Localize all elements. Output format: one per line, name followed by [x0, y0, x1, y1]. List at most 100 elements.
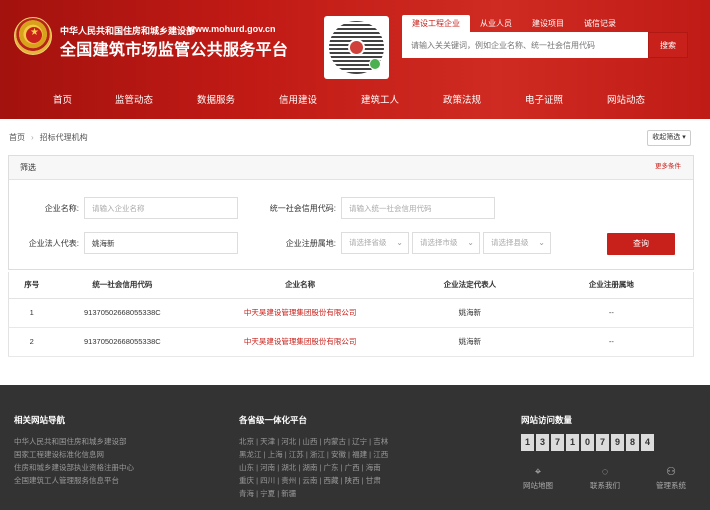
map-pin-icon: ⌖: [534, 466, 542, 478]
search-tabs: 建设工程企业 从业人员 建设项目 诚信记录: [402, 15, 626, 32]
counter-digit: 4: [641, 434, 654, 451]
county-select[interactable]: 请选择县级 ⌄: [483, 232, 551, 254]
admin-system-label: 管理系统: [656, 481, 686, 490]
nav-policies[interactable]: 政策法规: [443, 90, 481, 112]
province-placeholder: 请选择省级: [349, 238, 387, 247]
tab-construction-companies[interactable]: 建设工程企业: [402, 15, 470, 32]
platform-title[interactable]: 全国建筑市场监管公共服务平台: [60, 36, 288, 60]
chevron-down-icon: ⌄: [467, 238, 474, 247]
footer-link-workers[interactable]: 全国建筑工人管理服务信息平台: [14, 475, 119, 486]
tab-projects[interactable]: 建设项目: [522, 15, 574, 32]
col-header-no: 序号: [8, 272, 55, 299]
filter-title: 筛选: [20, 163, 36, 172]
provincial-platforms-title: 各省级一体化平台: [239, 415, 308, 425]
counter-digit: 7: [596, 434, 609, 451]
tab-credit-records[interactable]: 诚信记录: [574, 15, 626, 32]
footer-link-standards[interactable]: 国家工程建设标准化信息网: [14, 449, 104, 460]
cell-region: --: [529, 298, 694, 328]
province-select[interactable]: 请选择省级 ⌄: [341, 232, 409, 254]
search-button[interactable]: 搜索: [648, 32, 688, 58]
nav-e-certificates[interactable]: 电子证照: [525, 90, 563, 112]
cell-no: 2: [8, 327, 55, 357]
credit-code-input[interactable]: [341, 197, 495, 219]
qr-code: [324, 16, 389, 79]
more-conditions-link[interactable]: 更多条件: [655, 156, 681, 178]
main-nav: 首页 监管动态 数据服务 信用建设 建筑工人 政策法规 电子证照 网站动态: [20, 90, 700, 112]
results-table: 序号 统一社会信用代码 企业名称 企业法定代表人 企业注册属地 1 913705…: [8, 272, 694, 357]
nav-credit[interactable]: 信用建设: [279, 90, 317, 112]
counter-digit: 9: [611, 434, 624, 451]
city-select[interactable]: 请选择市级 ⌄: [412, 232, 480, 254]
query-button[interactable]: 查询: [607, 233, 675, 255]
counter-digit: 0: [581, 434, 594, 451]
cell-legal-rep: 姚海新: [409, 298, 530, 328]
cell-credit-code: 913705026680553З8С: [54, 298, 191, 328]
col-header-region: 企业注册属地: [529, 272, 694, 299]
region-label: 企业注册属地:: [285, 239, 336, 248]
counter-digit: 1: [566, 434, 579, 451]
table-header-row: 序号 统一社会信用代码 企业名称 企业法定代表人 企业注册属地: [8, 272, 694, 299]
province-links[interactable]: 山东 | 河南 | 湖北 | 湖南 | 广东 | 广西 | 海南: [239, 462, 381, 473]
footer-link-registration[interactable]: 住房和城乡建设部执业资格注册中心: [14, 462, 134, 473]
province-links[interactable]: 北京 | 天津 | 河北 | 山西 | 内蒙古 | 辽宁 | 吉林: [239, 436, 388, 447]
main-content: 首页 › 招标代理机构 收起筛选 ▾ 筛选 更多条件 企业名称: 统一社会信用代…: [0, 119, 710, 385]
breadcrumb: 首页 › 招标代理机构: [9, 132, 88, 143]
footer-link-mohurd[interactable]: 中华人民共和国住房和城乡建设部: [14, 436, 127, 447]
province-links[interactable]: 黑龙江 | 上海 | 江苏 | 浙江 | 安徽 | 福建 | 江西: [239, 449, 388, 460]
city-placeholder: 请选择市级: [420, 238, 458, 247]
site-footer: 相关网站导航 中华人民共和国住房和城乡建设部 国家工程建设标准化信息网 住房和城…: [0, 385, 710, 510]
cell-region: --: [529, 327, 694, 357]
collapse-filter-button[interactable]: 收起筛选 ▾: [647, 130, 691, 146]
cell-no: 1: [8, 298, 55, 328]
col-header-company-name: 企业名称: [190, 272, 410, 299]
chevron-down-icon: ⌄: [396, 238, 403, 247]
company-name-label: 企业名称:: [44, 204, 79, 213]
legal-rep-input[interactable]: [84, 232, 238, 254]
admin-system-link[interactable]: ⚇ 管理系统: [651, 465, 691, 491]
nav-data-service[interactable]: 数据服务: [197, 90, 235, 112]
breadcrumb-current: 招标代理机构: [39, 133, 88, 142]
cell-legal-rep: 姚海新: [409, 327, 530, 357]
chevron-right-icon: ›: [31, 133, 34, 142]
company-name-input[interactable]: [84, 197, 238, 219]
chevron-down-icon: ▾: [682, 134, 686, 141]
mini-program-badge-icon: [369, 58, 381, 70]
visit-counter: 1 3 7 1 0 7 9 8 4: [521, 434, 654, 451]
filter-panel: 筛选 更多条件 企业名称: 统一社会信用代码: 企业法人代表: 企业注册属地: …: [8, 155, 694, 270]
table-row[interactable]: 2 913705026680553З8С 中天昊建设管理集团股份有限公司 姚海新…: [8, 327, 694, 357]
nav-supervision-news[interactable]: 监管动态: [115, 90, 153, 112]
nav-home[interactable]: 首页: [53, 90, 72, 112]
province-links[interactable]: 青海 | 宁夏 | 新疆: [239, 488, 296, 499]
filter-header: 筛选 更多条件: [9, 156, 693, 180]
nav-site-news[interactable]: 网站动态: [607, 90, 645, 112]
contact-link[interactable]: ◌ 联系我们: [585, 465, 625, 491]
tab-practitioners[interactable]: 从业人员: [470, 15, 522, 32]
collapse-filter-label: 收起筛选: [652, 134, 681, 141]
credit-code-label: 统一社会信用代码:: [269, 204, 336, 213]
chat-bubble-icon: ◌: [601, 466, 609, 478]
col-header-credit-code: 统一社会信用代码: [54, 272, 191, 299]
search-input[interactable]: [402, 32, 648, 58]
counter-digit: 1: [521, 434, 534, 451]
legal-rep-label: 企业法人代表:: [28, 239, 79, 248]
search-panel: 建设工程企业 从业人员 建设项目 诚信记录 搜索: [402, 15, 688, 58]
visits-title: 网站访问数量: [521, 415, 573, 425]
province-links[interactable]: 重庆 | 四川 | 贵州 | 云南 | 西藏 | 陕西 | 甘肃: [239, 475, 381, 486]
counter-digit: 8: [626, 434, 639, 451]
user-icon: ⚇: [666, 466, 676, 478]
cell-company-name-link[interactable]: 中天昊建设管理集团股份有限公司: [190, 327, 410, 357]
site-header: ★ 中华人民共和国住房和城乡建设部 www.mohurd.gov.cn 全国建筑…: [0, 0, 710, 119]
breadcrumb-home[interactable]: 首页: [9, 132, 25, 143]
counter-digit: 3: [536, 434, 549, 451]
table-row[interactable]: 1 913705026680553З8С 中天昊建设管理集团股份有限公司 姚海新…: [8, 298, 694, 328]
sitemap-link[interactable]: ⌖ 网站地图: [518, 465, 558, 491]
county-placeholder: 请选择县级: [491, 238, 529, 247]
chevron-down-icon: ⌄: [538, 238, 545, 247]
national-emblem-icon: ★: [14, 17, 52, 55]
site-url[interactable]: www.mohurd.gov.cn: [188, 24, 276, 34]
contact-label: 联系我们: [590, 481, 620, 490]
cell-company-name-link[interactable]: 中天昊建设管理集团股份有限公司: [190, 298, 410, 328]
nav-workers[interactable]: 建筑工人: [361, 90, 399, 112]
counter-digit: 7: [551, 434, 564, 451]
col-header-legal-rep: 企业法定代表人: [409, 272, 530, 299]
